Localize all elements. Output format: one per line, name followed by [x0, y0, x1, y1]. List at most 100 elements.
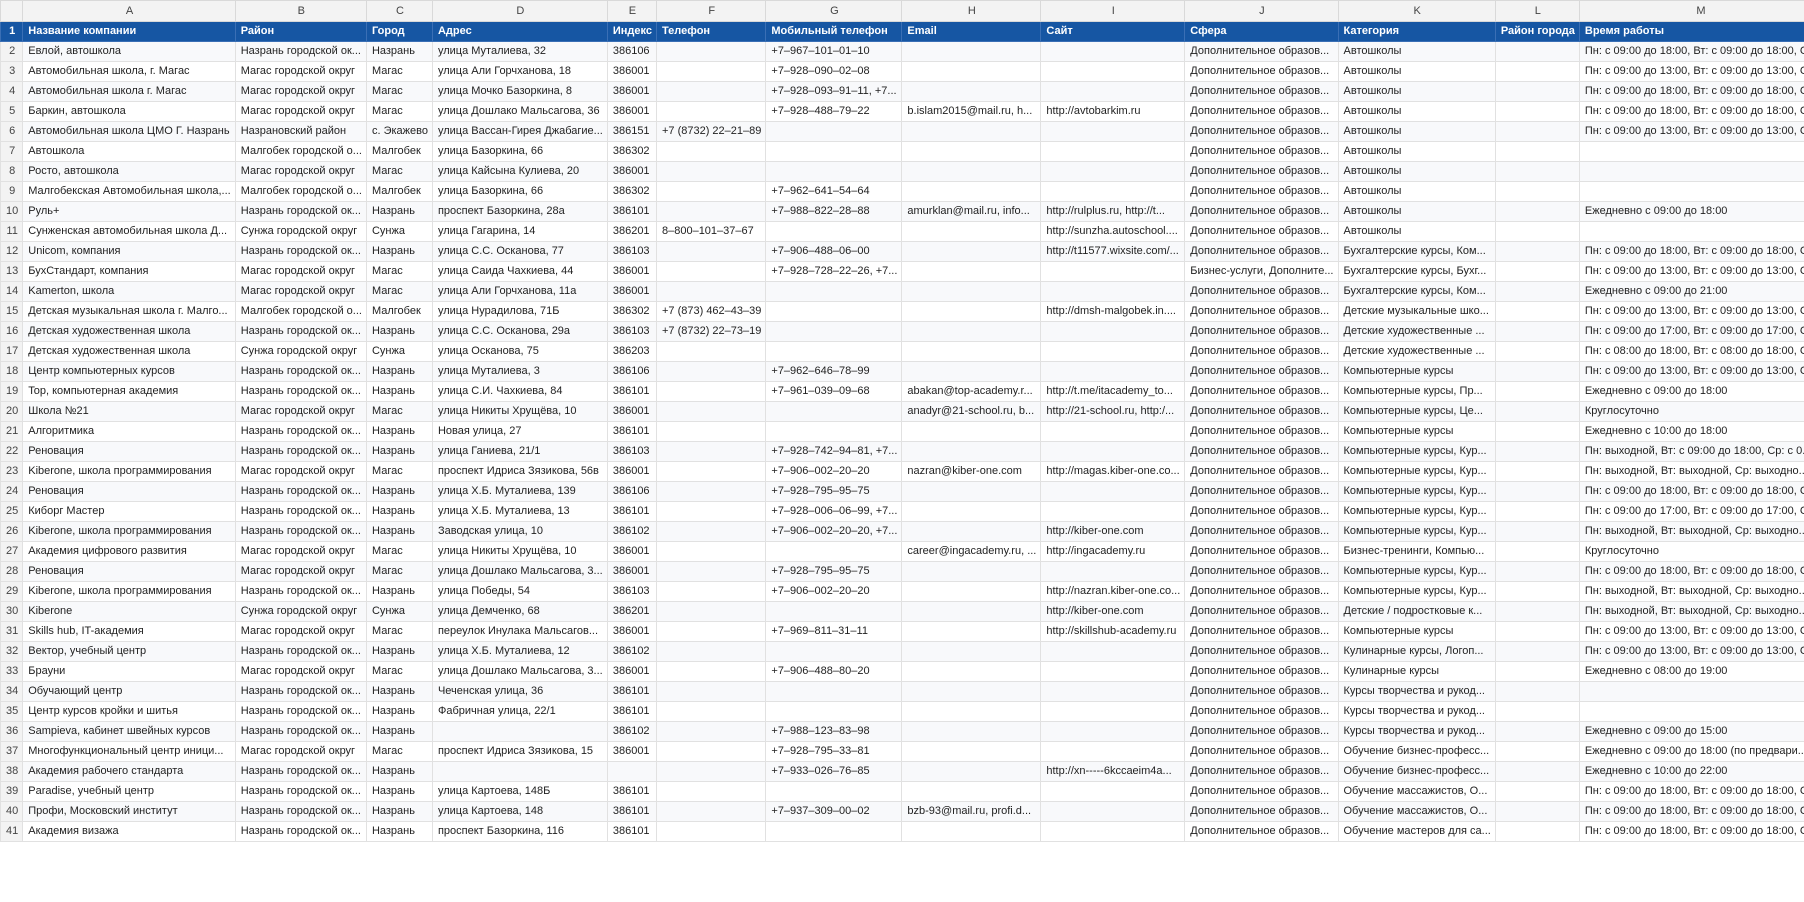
cell-company[interactable]: Автомобильная школа, г. Магас	[22, 61, 236, 82]
cell-category[interactable]: Компьютерные курсы	[1337, 361, 1496, 382]
cell-phone[interactable]	[655, 201, 767, 222]
cell-email[interactable]	[901, 481, 1042, 502]
cell-district[interactable]: Назрань городской ок...	[234, 801, 367, 822]
cell-address[interactable]: улица Никиты Хрущёва, 10	[431, 401, 608, 422]
cell-city[interactable]: Назрань	[365, 801, 433, 822]
cell-website[interactable]	[1040, 481, 1186, 502]
cell-city[interactable]: Магас	[365, 741, 433, 762]
cell-mobile[interactable]: +7‒967‒101‒01‒10	[765, 41, 903, 62]
cell-sphere[interactable]: Дополнительное образов...	[1184, 681, 1339, 702]
cell-city[interactable]: Назрань	[365, 481, 433, 502]
cell-email[interactable]: career@ingacademy.ru, ...	[901, 541, 1042, 562]
cell-company[interactable]: Многофункциональный центр иници...	[22, 741, 236, 762]
cell-city-district[interactable]	[1494, 401, 1580, 422]
cell-hours[interactable]: Пн: с 09:00 до 13:00, Вт: с 09:00 до 13:…	[1578, 301, 1804, 322]
cell-sphere[interactable]: Дополнительное образов...	[1184, 321, 1339, 342]
cell-city[interactable]: Магас	[365, 621, 433, 642]
cell-sphere[interactable]: Бизнес-услуги, Дополните...	[1184, 261, 1339, 282]
cell-email[interactable]	[901, 301, 1042, 322]
cell-sphere[interactable]: Дополнительное образов...	[1184, 241, 1339, 262]
cell-hours[interactable]: Пн: с 09:00 до 17:00, Вт: с 09:00 до 17:…	[1578, 501, 1804, 522]
cell-address[interactable]: улица Саида Чахкиева, 44	[431, 261, 608, 282]
header-cell-sphere[interactable]: Сфера	[1184, 21, 1339, 42]
cell-hours[interactable]: Ежедневно с 10:00 до 22:00	[1578, 761, 1804, 782]
header-cell-company[interactable]: Название компании	[22, 21, 236, 42]
cell-address[interactable]: проспект Базоркина, 116	[431, 821, 608, 842]
cell-website[interactable]: http://avtobarkim.ru	[1040, 101, 1186, 122]
cell-website[interactable]	[1040, 781, 1186, 802]
cell-city-district[interactable]	[1494, 641, 1580, 662]
cell-mobile[interactable]: +7‒928‒093‒91‒11, +7...	[765, 81, 903, 102]
cell-city[interactable]: Магас	[365, 401, 433, 422]
cell-postcode[interactable]: 386106	[606, 41, 657, 62]
cell-company[interactable]: Центр курсов кройки и шитья	[22, 701, 236, 722]
cell-website[interactable]	[1040, 661, 1186, 682]
cell-city[interactable]: Назрань	[365, 381, 433, 402]
cell-email[interactable]	[901, 361, 1042, 382]
row-number[interactable]: 22	[0, 441, 24, 462]
cell-district[interactable]: Магас городской округ	[234, 81, 367, 102]
cell-address[interactable]	[431, 721, 608, 742]
cell-category[interactable]: Бизнес-тренинги, Компью...	[1337, 541, 1496, 562]
cell-district[interactable]: Назрань городской ок...	[234, 501, 367, 522]
cell-sphere[interactable]: Дополнительное образов...	[1184, 101, 1339, 122]
cell-city-district[interactable]	[1494, 441, 1580, 462]
cell-district[interactable]: Магас городской округ	[234, 661, 367, 682]
cell-postcode[interactable]: 386101	[606, 701, 657, 722]
cell-phone[interactable]	[655, 481, 767, 502]
cell-city[interactable]: Назрань	[365, 241, 433, 262]
cell-postcode[interactable]: 386101	[606, 681, 657, 702]
cell-sphere[interactable]: Дополнительное образов...	[1184, 621, 1339, 642]
cell-sphere[interactable]: Дополнительное образов...	[1184, 761, 1339, 782]
cell-hours[interactable]: Пн: с 09:00 до 18:00, Вт: с 09:00 до 18:…	[1578, 781, 1804, 802]
cell-postcode[interactable]: 386103	[606, 321, 657, 342]
cell-website[interactable]	[1040, 181, 1186, 202]
cell-city-district[interactable]	[1494, 801, 1580, 822]
cell-email[interactable]	[901, 261, 1042, 282]
cell-postcode[interactable]: 386203	[606, 341, 657, 362]
cell-postcode[interactable]: 386101	[606, 421, 657, 442]
cell-category[interactable]: Бухгалтерские курсы, Бухг...	[1337, 261, 1496, 282]
header-cell-phone[interactable]: Телефон	[655, 21, 767, 42]
cell-phone[interactable]	[655, 541, 767, 562]
row-number[interactable]: 40	[0, 801, 24, 822]
cell-company[interactable]: Kamerton, школа	[22, 281, 236, 302]
cell-sphere[interactable]: Дополнительное образов...	[1184, 501, 1339, 522]
cell-postcode[interactable]	[606, 761, 657, 782]
cell-sphere[interactable]: Дополнительное образов...	[1184, 161, 1339, 182]
cell-email[interactable]	[901, 121, 1042, 142]
cell-hours[interactable]: Пн: с 09:00 до 18:00, Вт: с 09:00 до 18:…	[1578, 801, 1804, 822]
cell-postcode[interactable]: 386101	[606, 801, 657, 822]
cell-phone[interactable]	[655, 761, 767, 782]
cell-city-district[interactable]	[1494, 341, 1580, 362]
cell-category[interactable]: Компьютерные курсы, Кур...	[1337, 481, 1496, 502]
cell-category[interactable]: Компьютерные курсы, Кур...	[1337, 461, 1496, 482]
cell-category[interactable]: Компьютерные курсы, Кур...	[1337, 581, 1496, 602]
cell-sphere[interactable]: Дополнительное образов...	[1184, 301, 1339, 322]
cell-city-district[interactable]	[1494, 61, 1580, 82]
cell-address[interactable]: улица С.С. Осканова, 77	[431, 241, 608, 262]
cell-mobile[interactable]: +7‒906‒002‒20‒20, +7...	[765, 521, 903, 542]
cell-phone[interactable]	[655, 521, 767, 542]
cell-hours[interactable]: Пн: с 09:00 до 18:00, Вт: с 09:00 до 18:…	[1578, 241, 1804, 262]
cell-sphere[interactable]: Дополнительное образов...	[1184, 741, 1339, 762]
cell-district[interactable]: Назрань городской ок...	[234, 781, 367, 802]
cell-address[interactable]: улица Х.Б. Муталиева, 13	[431, 501, 608, 522]
cell-website[interactable]	[1040, 821, 1186, 842]
cell-mobile[interactable]: +7‒988‒822‒28‒88	[765, 201, 903, 222]
cell-mobile[interactable]	[765, 301, 903, 322]
cell-address[interactable]: улица Победы, 54	[431, 581, 608, 602]
cell-company[interactable]: Top, компьютерная академия	[22, 381, 236, 402]
cell-email[interactable]	[901, 761, 1042, 782]
cell-city[interactable]: Назрань	[365, 761, 433, 782]
cell-postcode[interactable]: 386102	[606, 721, 657, 742]
cell-postcode[interactable]: 386101	[606, 781, 657, 802]
cell-sphere[interactable]: Дополнительное образов...	[1184, 341, 1339, 362]
cell-city[interactable]: Назрань	[365, 421, 433, 442]
cell-company[interactable]: Реновация	[22, 441, 236, 462]
cell-mobile[interactable]	[765, 781, 903, 802]
cell-address[interactable]: улица Гагарина, 14	[431, 221, 608, 242]
cell-hours[interactable]: Пн: с 09:00 до 18:00, Вт: с 09:00 до 18:…	[1578, 101, 1804, 122]
cell-address[interactable]: улица Дошлако Мальсагова, 3...	[431, 561, 608, 582]
cell-mobile[interactable]	[765, 161, 903, 182]
